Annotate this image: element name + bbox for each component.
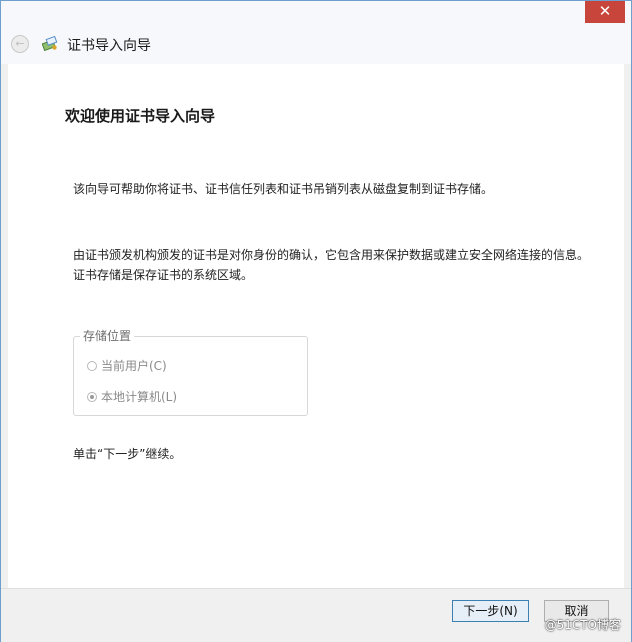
- description-paragraph: 由证书颁发机构颁发的证书是对你身份的确认，它包含用来保护数据或建立安全网络连接的…: [73, 248, 590, 282]
- wizard-content-panel: [8, 64, 624, 588]
- store-location-title: 存储位置: [80, 327, 135, 344]
- radio-button[interactable]: [87, 361, 97, 371]
- radio-current-user[interactable]: 当前用户(C): [87, 357, 167, 374]
- radio-button-selected[interactable]: [87, 392, 97, 402]
- back-arrow-icon: ←: [15, 37, 25, 50]
- page-heading: 欢迎使用证书导入向导: [65, 107, 216, 125]
- certificate-icon: [42, 35, 58, 51]
- button-bar: [1, 588, 631, 642]
- radio-local-machine[interactable]: 本地计算机(L): [87, 388, 177, 405]
- title-bar: ✕ ← 证书导入向导: [1, 1, 631, 64]
- certificate-import-wizard-window: ✕ ← 证书导入向导 欢迎使用证书导入向导 该向导可帮助你将证书、证书信任列表和…: [0, 0, 632, 642]
- intro-paragraph: 该向导可帮助你将证书、证书信任列表和证书吊销列表从磁盘复制到证书存储。: [73, 182, 494, 196]
- watermark: @51CTO博客: [544, 618, 621, 632]
- close-button[interactable]: ✕: [585, 1, 625, 23]
- continue-instruction: 单击“下一步”继续。: [73, 447, 182, 461]
- back-button[interactable]: ←: [11, 35, 29, 53]
- next-button[interactable]: 下一步(N): [452, 600, 529, 622]
- radio-local-machine-label: 本地计算机(L): [101, 390, 178, 404]
- radio-current-user-label: 当前用户(C): [101, 359, 167, 373]
- wizard-title: 证书导入向导: [67, 38, 151, 54]
- close-icon: ✕: [598, 3, 612, 20]
